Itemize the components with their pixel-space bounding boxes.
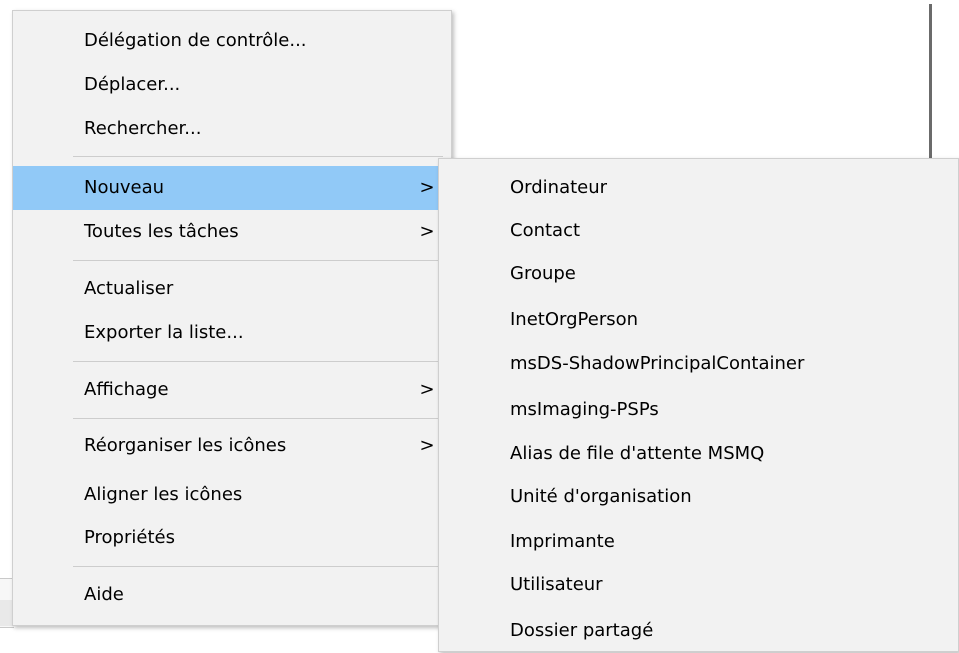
context-menu: Délégation de contrôle... Déplacer... Re… bbox=[12, 10, 452, 626]
menu-item-label: Propriétés bbox=[84, 527, 175, 548]
submenu-item-computer[interactable]: Ordinateur bbox=[439, 166, 958, 210]
menu-item-label: Aligner les icônes bbox=[84, 484, 243, 505]
menu-item-arrange-icons[interactable]: Réorganiser les icônes > bbox=[13, 424, 451, 468]
submenu-item-msimaging-psps[interactable]: msImaging-PSPs bbox=[439, 388, 958, 432]
submenu-arrow-icon: > bbox=[419, 177, 435, 198]
menu-separator bbox=[73, 418, 443, 419]
submenu-item-label: Ordinateur bbox=[510, 177, 608, 198]
menu-item-all-tasks[interactable]: Toutes les tâches > bbox=[13, 210, 451, 254]
submenu-item-label: Utilisateur bbox=[510, 574, 603, 595]
submenu-item-label: msImaging-PSPs bbox=[510, 399, 659, 420]
submenu-item-label: msDS-ShadowPrincipalContainer bbox=[510, 353, 805, 374]
submenu-item-msds-shadow-principal-container[interactable]: msDS-ShadowPrincipalContainer bbox=[439, 342, 958, 386]
menu-separator bbox=[73, 566, 443, 567]
menu-item-properties[interactable]: Propriétés bbox=[13, 516, 451, 560]
submenu-item-label: Dossier partagé bbox=[510, 620, 654, 641]
menu-item-label: Délégation de contrôle... bbox=[84, 30, 307, 51]
menu-item-help[interactable]: Aide bbox=[13, 573, 451, 617]
menu-item-view[interactable]: Affichage > bbox=[13, 368, 451, 412]
submenu-item-label: InetOrgPerson bbox=[510, 309, 639, 330]
menu-item-new[interactable]: Nouveau > bbox=[13, 166, 451, 210]
submenu-item-contact[interactable]: Contact bbox=[439, 209, 958, 253]
submenu-arrow-icon: > bbox=[419, 221, 435, 242]
menu-separator bbox=[73, 260, 443, 261]
submenu-item-shared-folder[interactable]: Dossier partagé bbox=[439, 609, 958, 653]
menu-item-label: Toutes les tâches bbox=[84, 221, 239, 242]
menu-item-move[interactable]: Déplacer... bbox=[13, 63, 451, 107]
menu-separator bbox=[73, 361, 443, 362]
submenu-item-group[interactable]: Groupe bbox=[439, 252, 958, 296]
menu-item-export-list[interactable]: Exporter la liste... bbox=[13, 311, 451, 355]
submenu-item-organizational-unit[interactable]: Unité d'organisation bbox=[439, 475, 958, 519]
menu-item-label: Exporter la liste... bbox=[84, 322, 244, 343]
submenu-item-label: Unité d'organisation bbox=[510, 486, 692, 507]
menu-item-label: Rechercher... bbox=[84, 118, 202, 139]
submenu-arrow-icon: > bbox=[419, 435, 435, 456]
background-window-border bbox=[929, 4, 932, 164]
submenu-item-inetorgperson[interactable]: InetOrgPerson bbox=[439, 298, 958, 342]
submenu-item-user[interactable]: Utilisateur bbox=[439, 563, 958, 607]
submenu-new: Ordinateur Contact Groupe InetOrgPerson … bbox=[438, 158, 959, 652]
menu-item-label: Actualiser bbox=[84, 278, 174, 299]
menu-separator bbox=[73, 156, 443, 157]
menu-item-label: Réorganiser les icônes bbox=[84, 435, 287, 456]
submenu-item-label: Alias de file d'attente MSMQ bbox=[510, 443, 765, 464]
submenu-arrow-icon: > bbox=[419, 379, 435, 400]
submenu-item-label: Imprimante bbox=[510, 531, 615, 552]
menu-item-align-icons[interactable]: Aligner les icônes bbox=[13, 473, 451, 517]
menu-item-label: Nouveau bbox=[84, 177, 165, 198]
submenu-item-msmq-alias[interactable]: Alias de file d'attente MSMQ bbox=[439, 432, 958, 476]
submenu-item-label: Groupe bbox=[510, 263, 576, 284]
menu-item-label: Aide bbox=[84, 584, 124, 605]
menu-item-label: Déplacer... bbox=[84, 74, 181, 95]
menu-item-delegation[interactable]: Délégation de contrôle... bbox=[13, 19, 451, 63]
menu-item-label: Affichage bbox=[84, 379, 169, 400]
submenu-item-printer[interactable]: Imprimante bbox=[439, 520, 958, 564]
menu-item-refresh[interactable]: Actualiser bbox=[13, 267, 451, 311]
menu-item-search[interactable]: Rechercher... bbox=[13, 107, 451, 151]
submenu-item-label: Contact bbox=[510, 220, 581, 241]
